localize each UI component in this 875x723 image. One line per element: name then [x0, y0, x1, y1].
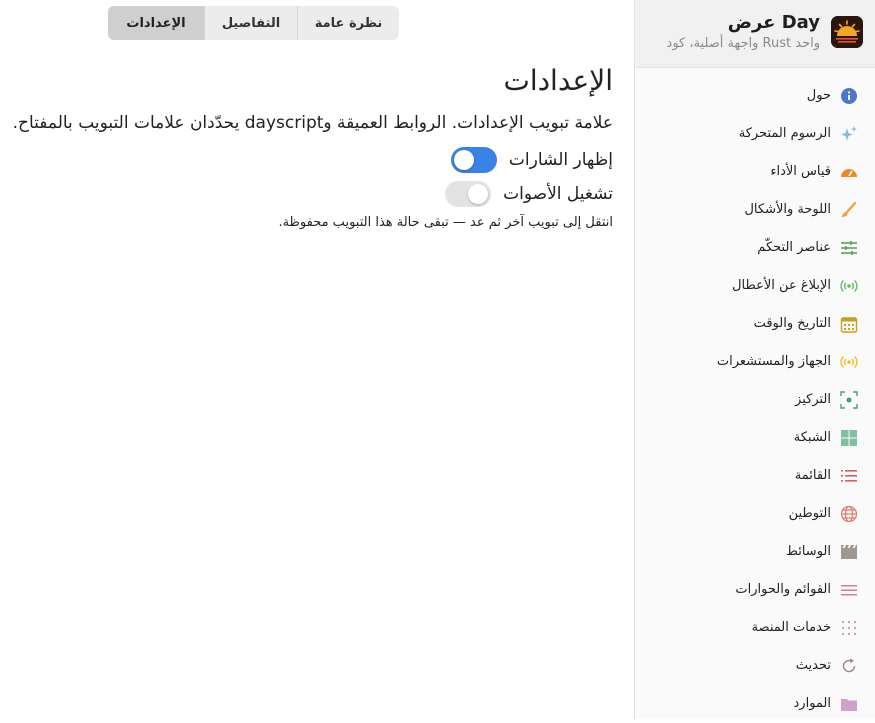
tab-state-hint: انتقل إلى تبويب آخر ثم عد — تبقى حالة هذ…: [278, 215, 613, 230]
sidebar-item-localization[interactable]: التوطين: [635, 495, 875, 533]
sparkles-icon: [840, 125, 858, 143]
sidebar-item-focus[interactable]: التركيز: [635, 381, 875, 419]
sidebar-item-label: تحديث: [795, 658, 831, 673]
sidebar-item-label: عناصر التحكّم: [757, 240, 831, 255]
paintbrush-icon: [840, 201, 858, 219]
sidebar: عرض Day واجهة أصلية، كود Rust واحد حول ا…: [634, 0, 875, 719]
sidebar-item-update[interactable]: تحديث: [635, 647, 875, 685]
focus-icon: [840, 391, 858, 409]
sidebar-item-label: حول: [806, 88, 831, 103]
sidebar-item-platform-services[interactable]: خدمات المنصة: [635, 609, 875, 647]
sidebar-item-canvas[interactable]: اللوحة والأشكال: [635, 191, 875, 229]
refresh-icon: [840, 657, 858, 675]
toggle-knob: [453, 150, 474, 170]
film-icon: [840, 543, 858, 561]
sidebar-item-label: الوسائط: [785, 544, 831, 559]
sensor-icon: [840, 353, 858, 371]
gauge-icon: [840, 163, 858, 181]
show-badges-toggle[interactable]: [450, 147, 497, 173]
tab-overview[interactable]: نظرة عامة: [297, 6, 399, 40]
sidebar-item-label: القائمة: [794, 468, 831, 483]
sidebar-item-label: اللوحة والأشكال: [744, 202, 831, 217]
sidebar-item-label: التوطين: [788, 506, 831, 521]
sidebar-item-label: التركيز: [795, 392, 831, 407]
page-title: الإعدادات: [503, 64, 613, 97]
sidebar-item-resources[interactable]: الموارد: [635, 685, 875, 723]
sidebar-item-about[interactable]: حول: [635, 77, 875, 115]
toggle-label: تشغيل الأصوات: [503, 184, 613, 204]
sliders-icon: [840, 239, 858, 257]
sidebar-item-label: الجهاز والمستشعرات: [716, 354, 831, 369]
dots-grid-icon: [840, 619, 858, 637]
tab-details[interactable]: التفاصيل: [204, 6, 297, 40]
sidebar-item-label: التاريخ والوقت: [753, 316, 831, 331]
app-title: عرض Day: [727, 12, 820, 33]
tab-bar: نظرة عامة التفاصيل الإعدادات: [108, 6, 399, 40]
grid-icon: [840, 429, 858, 447]
calendar-icon: [840, 315, 858, 333]
sidebar-item-media[interactable]: الوسائط: [635, 533, 875, 571]
broadcast-icon: [840, 277, 858, 295]
sidebar-item-date-time[interactable]: التاريخ والوقت: [635, 305, 875, 343]
play-sounds-toggle[interactable]: [445, 181, 492, 207]
sidebar-item-device-sensors[interactable]: الجهاز والمستشعرات: [635, 343, 875, 381]
toggle-row-sounds: تشغيل الأصوات: [445, 181, 613, 207]
sidebar-item-label: الرسوم المتحركة: [738, 126, 831, 141]
sidebar-item-label: الموارد: [793, 696, 831, 711]
toggle-knob: [468, 184, 489, 204]
globe-icon: [840, 505, 858, 523]
sidebar-item-controls[interactable]: عناصر التحكّم: [635, 229, 875, 267]
toggle-row-badges: إظهار الشارات: [450, 147, 613, 173]
sidebar-item-label: الإبلاغ عن الأعطال: [732, 278, 831, 293]
sidebar-item-label: قياس الأداء: [770, 164, 831, 179]
sidebar-header: عرض Day واجهة أصلية، كود Rust واحد: [635, 0, 875, 68]
sidebar-item-list[interactable]: القائمة: [635, 457, 875, 495]
sidebar-item-label: الشبكة: [793, 430, 831, 445]
sidebar-nav: حول الرسوم المتحركة قياس الأداء اللوحة و…: [635, 77, 875, 723]
sidebar-item-menus-dialogs[interactable]: القوائم والحوارات: [635, 571, 875, 609]
info-icon: [840, 87, 858, 105]
sidebar-item-grid[interactable]: الشبكة: [635, 419, 875, 457]
toggle-label: إظهار الشارات: [508, 150, 613, 170]
menu-icon: [840, 581, 858, 599]
list-icon: [840, 467, 858, 485]
sunset-logo-icon: [831, 16, 863, 48]
sidebar-item-performance[interactable]: قياس الأداء: [635, 153, 875, 191]
sidebar-item-animations[interactable]: الرسوم المتحركة: [635, 115, 875, 153]
tab-settings[interactable]: الإعدادات: [108, 6, 204, 40]
page-description: علامة تبويب الإعدادات. الروابط العميقة و…: [12, 113, 613, 133]
app-subtitle: واجهة أصلية، كود Rust واحد: [666, 36, 820, 51]
sidebar-item-label: خدمات المنصة: [751, 620, 831, 635]
folder-icon: [840, 695, 858, 713]
sidebar-item-label: القوائم والحوارات: [735, 582, 831, 597]
sidebar-item-crash-reporting[interactable]: الإبلاغ عن الأعطال: [635, 267, 875, 305]
